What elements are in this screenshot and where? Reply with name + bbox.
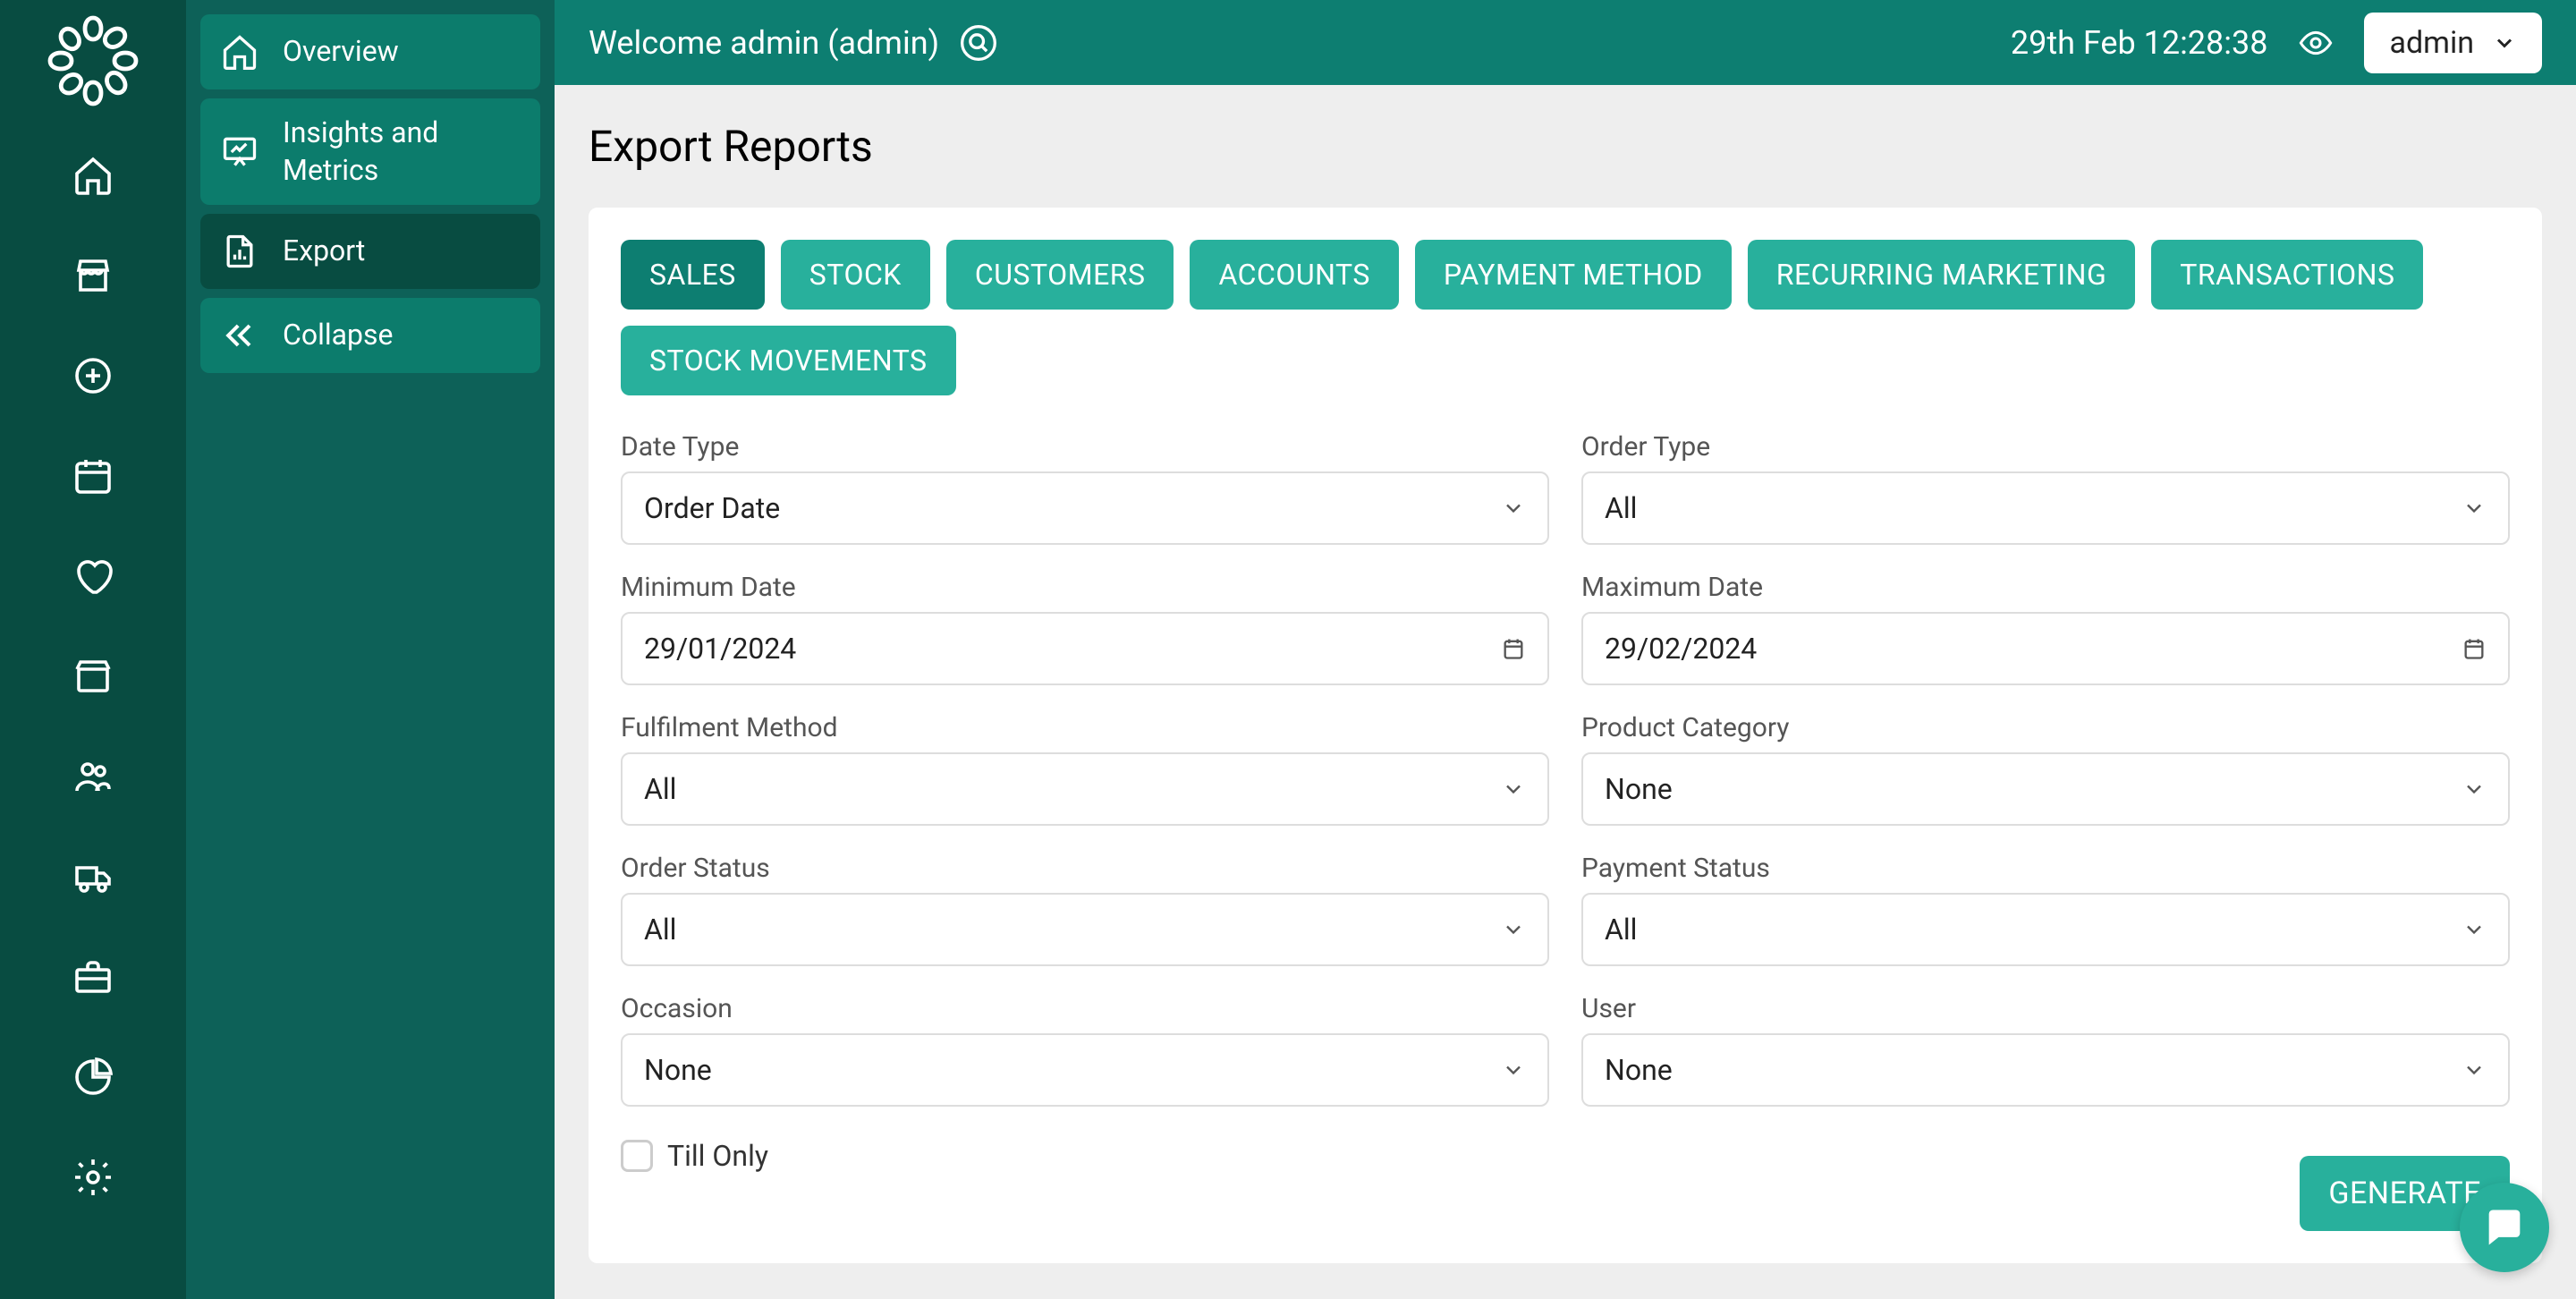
house-icon xyxy=(218,30,261,73)
user-filter-label: User xyxy=(1581,993,2510,1024)
nav-heart-icon[interactable] xyxy=(68,551,118,601)
payment-status-select[interactable]: All xyxy=(1581,893,2510,966)
tab-stock[interactable]: STOCK xyxy=(781,240,930,310)
chat-icon xyxy=(2481,1204,2528,1251)
calendar-icon xyxy=(2462,636,2487,661)
export-card: SALES STOCK CUSTOMERS ACCOUNTS PAYMENT M… xyxy=(589,208,2542,1263)
icon-sidebar xyxy=(0,0,186,1299)
nav-chart-icon[interactable] xyxy=(68,1052,118,1102)
tab-accounts[interactable]: ACCOUNTS xyxy=(1190,240,1398,310)
tab-payment-method[interactable]: PAYMENT METHOD xyxy=(1415,240,1732,310)
nav-box-icon[interactable] xyxy=(68,651,118,701)
max-date-input[interactable]: 29/02/2024 xyxy=(1581,612,2510,685)
chevron-down-icon xyxy=(2462,917,2487,942)
till-only-checkbox[interactable] xyxy=(621,1140,653,1172)
order-type-label: Order Type xyxy=(1581,431,2510,463)
user-label: admin xyxy=(2389,25,2474,61)
main-area: Welcome admin (admin) 29th Feb 12:28:38 … xyxy=(555,0,2576,1299)
occasion-label: Occasion xyxy=(621,993,1549,1024)
product-category-select[interactable]: None xyxy=(1581,752,2510,826)
sidebar-item-label: Overview xyxy=(283,33,399,71)
nav-settings-icon[interactable] xyxy=(68,1152,118,1202)
sidebar-item-export[interactable]: Export xyxy=(200,214,540,289)
datetime-text: 29th Feb 12:28:38 xyxy=(2011,24,2268,62)
payment-status-label: Payment Status xyxy=(1581,853,2510,884)
fulfilment-method-label: Fulfilment Method xyxy=(621,712,1549,743)
nav-briefcase-icon[interactable] xyxy=(68,952,118,1002)
date-type-label: Date Type xyxy=(621,431,1549,463)
tab-sales[interactable]: SALES xyxy=(621,240,765,310)
tab-recurring-marketing[interactable]: RECURRING MARKETING xyxy=(1748,240,2136,310)
presentation-icon xyxy=(218,131,261,174)
search-icon[interactable] xyxy=(957,21,1000,64)
chevron-double-left-icon xyxy=(218,314,261,357)
sidebar-item-label: Insights and Metrics xyxy=(283,115,438,189)
page-title: Export Reports xyxy=(589,121,2542,172)
nav-add-icon[interactable] xyxy=(68,351,118,401)
chevron-down-icon xyxy=(1501,1057,1526,1082)
tab-transactions[interactable]: TRANSACTIONS xyxy=(2151,240,2423,310)
sidebar-item-label: Collapse xyxy=(283,317,394,354)
sidebar-item-collapse[interactable]: Collapse xyxy=(200,298,540,373)
chevron-down-icon xyxy=(2462,496,2487,521)
product-category-label: Product Category xyxy=(1581,712,2510,743)
tab-customers[interactable]: CUSTOMERS xyxy=(946,240,1174,310)
user-dropdown[interactable]: admin xyxy=(2364,13,2542,73)
logo-icon xyxy=(39,7,147,115)
chevron-down-icon xyxy=(1501,777,1526,802)
chevron-down-icon xyxy=(2492,30,2517,55)
sidebar-item-label: Export xyxy=(283,233,365,270)
chevron-down-icon xyxy=(2462,777,2487,802)
order-type-select[interactable]: All xyxy=(1581,471,2510,545)
max-date-label: Maximum Date xyxy=(1581,572,2510,603)
nav-calendar-icon[interactable] xyxy=(68,451,118,501)
till-only-label: Till Only xyxy=(667,1139,768,1173)
header-bar: Welcome admin (admin) 29th Feb 12:28:38 … xyxy=(555,0,2576,85)
nav-delivery-icon[interactable] xyxy=(68,852,118,902)
sidebar-item-insights[interactable]: Insights and Metrics xyxy=(200,98,540,205)
order-status-label: Order Status xyxy=(621,853,1549,884)
nav-home-icon[interactable] xyxy=(68,150,118,200)
chevron-down-icon xyxy=(1501,917,1526,942)
min-date-input[interactable]: 29/01/2024 xyxy=(621,612,1549,685)
chat-launcher[interactable] xyxy=(2460,1183,2549,1272)
nav-shop-icon[interactable] xyxy=(68,250,118,301)
tab-row: SALES STOCK CUSTOMERS ACCOUNTS PAYMENT M… xyxy=(621,240,2510,395)
occasion-select[interactable]: None xyxy=(621,1033,1549,1107)
calendar-icon xyxy=(1501,636,1526,661)
eye-icon[interactable] xyxy=(2296,23,2335,63)
tab-stock-movements[interactable]: STOCK MOVEMENTS xyxy=(621,326,956,395)
date-type-select[interactable]: Order Date xyxy=(621,471,1549,545)
fulfilment-method-select[interactable]: All xyxy=(621,752,1549,826)
sidebar-item-overview[interactable]: Overview xyxy=(200,14,540,89)
chevron-down-icon xyxy=(2462,1057,2487,1082)
user-filter-select[interactable]: None xyxy=(1581,1033,2510,1107)
order-status-select[interactable]: All xyxy=(621,893,1549,966)
chevron-down-icon xyxy=(1501,496,1526,521)
file-chart-icon xyxy=(218,230,261,273)
nav-users-icon[interactable] xyxy=(68,751,118,802)
min-date-label: Minimum Date xyxy=(621,572,1549,603)
welcome-text: Welcome admin (admin) xyxy=(589,24,939,62)
menu-sidebar: Overview Insights and Metrics Export Col… xyxy=(186,0,555,1299)
